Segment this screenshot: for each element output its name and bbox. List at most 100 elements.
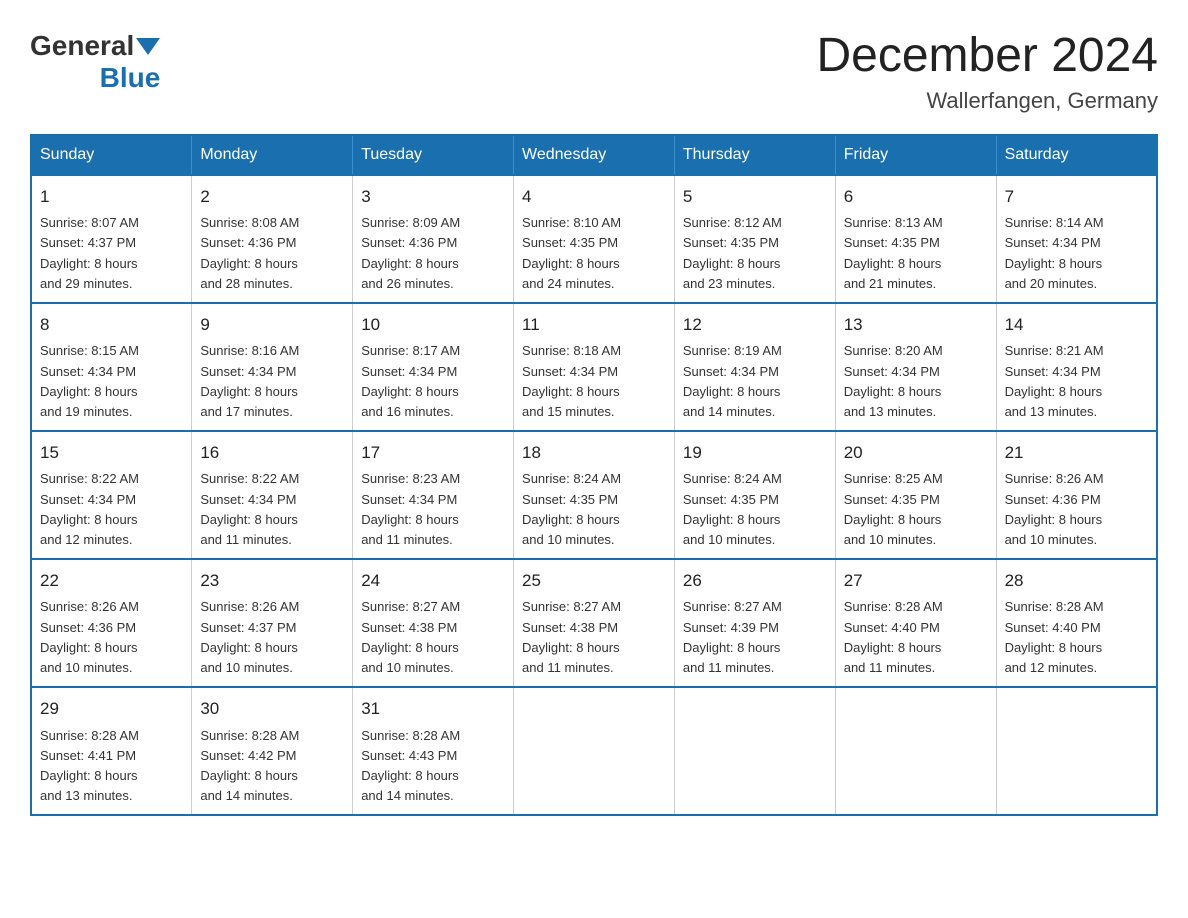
table-row: 24 Sunrise: 8:27 AM Sunset: 4:38 PM Dayl… <box>353 559 514 687</box>
table-row: 25 Sunrise: 8:27 AM Sunset: 4:38 PM Dayl… <box>514 559 675 687</box>
table-row: 20 Sunrise: 8:25 AM Sunset: 4:35 PM Dayl… <box>835 431 996 559</box>
day-number: 23 <box>200 568 344 594</box>
day-info: Sunrise: 8:10 AM Sunset: 4:35 PM Dayligh… <box>522 215 621 290</box>
page-header: General Blue December 2024 Wallerfangen,… <box>30 30 1158 114</box>
day-number: 28 <box>1005 568 1148 594</box>
table-row: 2 Sunrise: 8:08 AM Sunset: 4:36 PM Dayli… <box>192 175 353 303</box>
calendar-week-row: 8 Sunrise: 8:15 AM Sunset: 4:34 PM Dayli… <box>31 303 1157 431</box>
day-number: 13 <box>844 312 988 338</box>
table-row <box>996 687 1157 815</box>
day-number: 17 <box>361 440 505 466</box>
logo: General Blue <box>30 30 160 94</box>
table-row: 1 Sunrise: 8:07 AM Sunset: 4:37 PM Dayli… <box>31 175 192 303</box>
day-info: Sunrise: 8:12 AM Sunset: 4:35 PM Dayligh… <box>683 215 782 290</box>
table-row: 11 Sunrise: 8:18 AM Sunset: 4:34 PM Dayl… <box>514 303 675 431</box>
table-row: 6 Sunrise: 8:13 AM Sunset: 4:35 PM Dayli… <box>835 175 996 303</box>
day-info: Sunrise: 8:19 AM Sunset: 4:34 PM Dayligh… <box>683 343 782 418</box>
day-info: Sunrise: 8:16 AM Sunset: 4:34 PM Dayligh… <box>200 343 299 418</box>
day-info: Sunrise: 8:21 AM Sunset: 4:34 PM Dayligh… <box>1005 343 1104 418</box>
day-number: 12 <box>683 312 827 338</box>
table-row: 3 Sunrise: 8:09 AM Sunset: 4:36 PM Dayli… <box>353 175 514 303</box>
day-number: 10 <box>361 312 505 338</box>
day-number: 20 <box>844 440 988 466</box>
table-row: 26 Sunrise: 8:27 AM Sunset: 4:39 PM Dayl… <box>674 559 835 687</box>
table-row: 18 Sunrise: 8:24 AM Sunset: 4:35 PM Dayl… <box>514 431 675 559</box>
day-info: Sunrise: 8:28 AM Sunset: 4:41 PM Dayligh… <box>40 728 139 803</box>
logo-general: General <box>30 30 134 62</box>
day-number: 1 <box>40 184 183 210</box>
table-row: 16 Sunrise: 8:22 AM Sunset: 4:34 PM Dayl… <box>192 431 353 559</box>
day-number: 15 <box>40 440 183 466</box>
day-number: 4 <box>522 184 666 210</box>
day-info: Sunrise: 8:28 AM Sunset: 4:42 PM Dayligh… <box>200 728 299 803</box>
day-number: 6 <box>844 184 988 210</box>
month-title: December 2024 <box>816 30 1158 83</box>
day-number: 19 <box>683 440 827 466</box>
day-info: Sunrise: 8:23 AM Sunset: 4:34 PM Dayligh… <box>361 471 460 546</box>
day-number: 27 <box>844 568 988 594</box>
table-row: 4 Sunrise: 8:10 AM Sunset: 4:35 PM Dayli… <box>514 175 675 303</box>
day-number: 7 <box>1005 184 1148 210</box>
day-info: Sunrise: 8:26 AM Sunset: 4:36 PM Dayligh… <box>40 599 139 674</box>
table-row: 22 Sunrise: 8:26 AM Sunset: 4:36 PM Dayl… <box>31 559 192 687</box>
table-row: 23 Sunrise: 8:26 AM Sunset: 4:37 PM Dayl… <box>192 559 353 687</box>
header-wednesday: Wednesday <box>514 135 675 175</box>
day-number: 5 <box>683 184 827 210</box>
location: Wallerfangen, Germany <box>816 88 1158 114</box>
day-info: Sunrise: 8:27 AM Sunset: 4:39 PM Dayligh… <box>683 599 782 674</box>
day-number: 14 <box>1005 312 1148 338</box>
day-number: 24 <box>361 568 505 594</box>
header-sunday: Sunday <box>31 135 192 175</box>
calendar-week-row: 22 Sunrise: 8:26 AM Sunset: 4:36 PM Dayl… <box>31 559 1157 687</box>
day-info: Sunrise: 8:26 AM Sunset: 4:36 PM Dayligh… <box>1005 471 1104 546</box>
day-info: Sunrise: 8:24 AM Sunset: 4:35 PM Dayligh… <box>522 471 621 546</box>
table-row <box>835 687 996 815</box>
day-number: 3 <box>361 184 505 210</box>
table-row: 21 Sunrise: 8:26 AM Sunset: 4:36 PM Dayl… <box>996 431 1157 559</box>
day-info: Sunrise: 8:14 AM Sunset: 4:34 PM Dayligh… <box>1005 215 1104 290</box>
day-info: Sunrise: 8:25 AM Sunset: 4:35 PM Dayligh… <box>844 471 943 546</box>
title-section: December 2024 Wallerfangen, Germany <box>816 30 1158 114</box>
table-row: 13 Sunrise: 8:20 AM Sunset: 4:34 PM Dayl… <box>835 303 996 431</box>
day-number: 11 <box>522 312 666 338</box>
table-row: 30 Sunrise: 8:28 AM Sunset: 4:42 PM Dayl… <box>192 687 353 815</box>
table-row: 27 Sunrise: 8:28 AM Sunset: 4:40 PM Dayl… <box>835 559 996 687</box>
table-row: 9 Sunrise: 8:16 AM Sunset: 4:34 PM Dayli… <box>192 303 353 431</box>
day-info: Sunrise: 8:08 AM Sunset: 4:36 PM Dayligh… <box>200 215 299 290</box>
table-row: 17 Sunrise: 8:23 AM Sunset: 4:34 PM Dayl… <box>353 431 514 559</box>
day-info: Sunrise: 8:20 AM Sunset: 4:34 PM Dayligh… <box>844 343 943 418</box>
table-row <box>514 687 675 815</box>
table-row: 7 Sunrise: 8:14 AM Sunset: 4:34 PM Dayli… <box>996 175 1157 303</box>
day-info: Sunrise: 8:13 AM Sunset: 4:35 PM Dayligh… <box>844 215 943 290</box>
header-friday: Friday <box>835 135 996 175</box>
table-row: 14 Sunrise: 8:21 AM Sunset: 4:34 PM Dayl… <box>996 303 1157 431</box>
header-saturday: Saturday <box>996 135 1157 175</box>
header-monday: Monday <box>192 135 353 175</box>
table-row: 5 Sunrise: 8:12 AM Sunset: 4:35 PM Dayli… <box>674 175 835 303</box>
day-info: Sunrise: 8:09 AM Sunset: 4:36 PM Dayligh… <box>361 215 460 290</box>
day-info: Sunrise: 8:27 AM Sunset: 4:38 PM Dayligh… <box>522 599 621 674</box>
day-number: 8 <box>40 312 183 338</box>
day-number: 29 <box>40 696 183 722</box>
day-number: 2 <box>200 184 344 210</box>
calendar-week-row: 1 Sunrise: 8:07 AM Sunset: 4:37 PM Dayli… <box>31 175 1157 303</box>
table-row: 12 Sunrise: 8:19 AM Sunset: 4:34 PM Dayl… <box>674 303 835 431</box>
day-number: 30 <box>200 696 344 722</box>
table-row: 29 Sunrise: 8:28 AM Sunset: 4:41 PM Dayl… <box>31 687 192 815</box>
day-info: Sunrise: 8:28 AM Sunset: 4:43 PM Dayligh… <box>361 728 460 803</box>
day-info: Sunrise: 8:26 AM Sunset: 4:37 PM Dayligh… <box>200 599 299 674</box>
day-number: 21 <box>1005 440 1148 466</box>
table-row: 28 Sunrise: 8:28 AM Sunset: 4:40 PM Dayl… <box>996 559 1157 687</box>
table-row: 8 Sunrise: 8:15 AM Sunset: 4:34 PM Dayli… <box>31 303 192 431</box>
day-info: Sunrise: 8:18 AM Sunset: 4:34 PM Dayligh… <box>522 343 621 418</box>
calendar-header-row: Sunday Monday Tuesday Wednesday Thursday… <box>31 135 1157 175</box>
header-thursday: Thursday <box>674 135 835 175</box>
day-info: Sunrise: 8:28 AM Sunset: 4:40 PM Dayligh… <box>844 599 943 674</box>
calendar-week-row: 29 Sunrise: 8:28 AM Sunset: 4:41 PM Dayl… <box>31 687 1157 815</box>
day-number: 9 <box>200 312 344 338</box>
header-tuesday: Tuesday <box>353 135 514 175</box>
table-row: 10 Sunrise: 8:17 AM Sunset: 4:34 PM Dayl… <box>353 303 514 431</box>
day-number: 25 <box>522 568 666 594</box>
day-info: Sunrise: 8:07 AM Sunset: 4:37 PM Dayligh… <box>40 215 139 290</box>
logo-blue: Blue <box>100 62 161 94</box>
